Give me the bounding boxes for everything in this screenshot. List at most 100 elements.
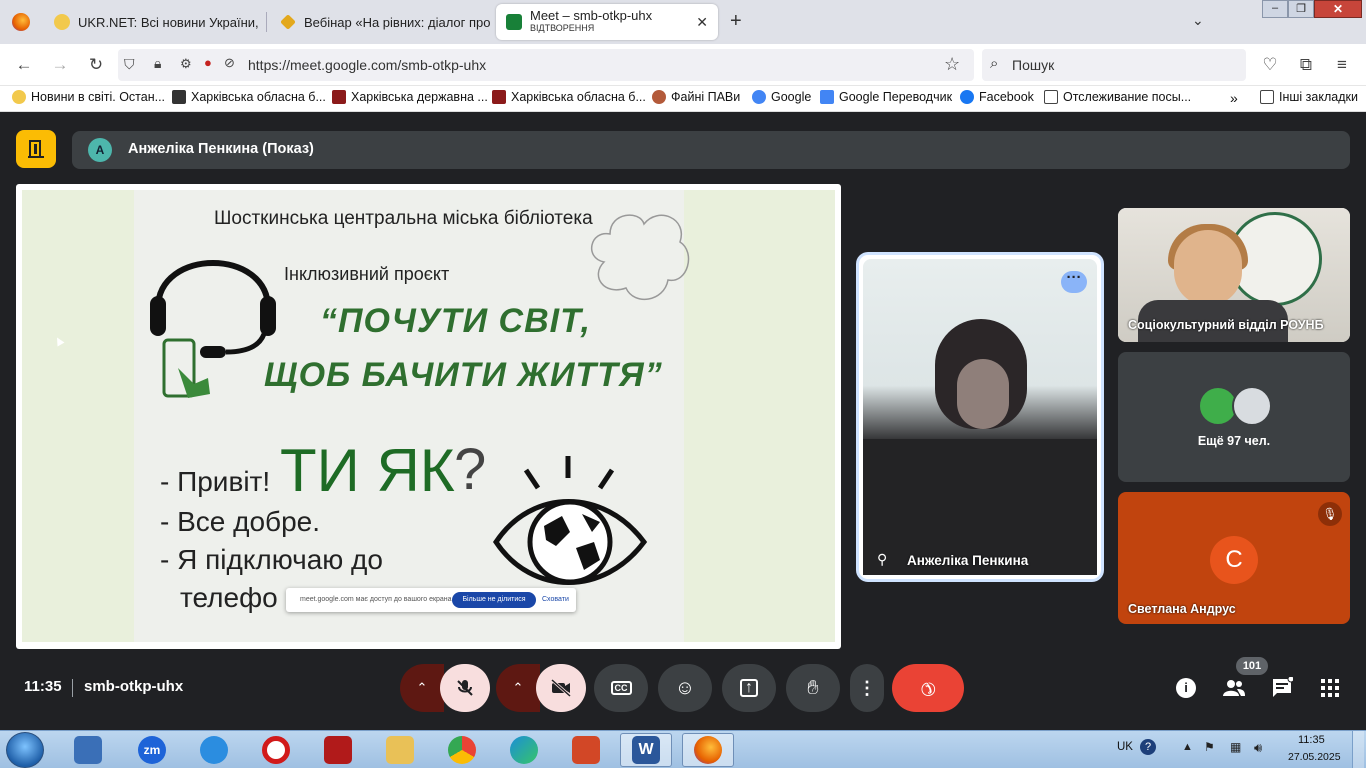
bookmark-item[interactable]: Facebook: [960, 90, 1034, 104]
leave-call-button[interactable]: ✆: [892, 664, 964, 712]
tab-webinar[interactable]: Вебінар «На рівних: діалог про ✕: [270, 4, 494, 40]
hide-notice-button[interactable]: Сховати: [542, 596, 569, 603]
flag-icon[interactable]: ⚑: [1204, 740, 1215, 754]
pocket-icon[interactable]: ♡: [1258, 53, 1282, 77]
reactions-button[interactable]: ☺: [658, 664, 712, 712]
taskbar-ie[interactable]: [188, 733, 240, 767]
stop-sharing-button[interactable]: Більше не ділитися: [452, 592, 536, 608]
forward-arrow-icon[interactable]: →: [48, 53, 72, 77]
bookmark-item[interactable]: Новини в світі. Остан...: [12, 90, 165, 104]
taskbar-opera[interactable]: [250, 733, 302, 767]
participant-tile-bottom[interactable]: 🎙︎ С Светлана Андрус: [1118, 492, 1350, 624]
more-options-icon[interactable]: ···: [1061, 270, 1087, 293]
bookmark-item[interactable]: Харківська обласна б...: [172, 90, 326, 104]
slide-line3: - Я підключаю до: [160, 544, 383, 575]
raise-hand-button[interactable]: ✋︎: [786, 664, 840, 712]
bookmark-item[interactable]: Google: [752, 90, 811, 104]
maximize-icon[interactable]: ❐: [1288, 0, 1314, 18]
bookmark-item[interactable]: Отслеживание посы...: [1044, 90, 1191, 104]
extensions-icon[interactable]: ⧉: [1294, 53, 1318, 77]
close-tab-icon[interactable]: ✕: [491, 14, 494, 31]
taskbar-word[interactable]: W: [620, 733, 672, 767]
participants-count-badge: 101: [1236, 657, 1268, 675]
firefox-icon: [694, 736, 722, 764]
taskbar-firefox[interactable]: [682, 733, 734, 767]
activities-icon[interactable]: [1316, 674, 1344, 702]
taskbar-powerpoint[interactable]: [560, 733, 612, 767]
people-glyph: [1223, 680, 1245, 696]
ukrnet-icon: [12, 90, 26, 104]
camera-toggle-button[interactable]: [536, 664, 586, 712]
more-participants-tile[interactable]: Ещё 97 чел.: [1118, 352, 1350, 482]
minimize-icon[interactable]: –: [1262, 0, 1288, 18]
address-bar[interactable]: ⛉ 🔒︎ ⚙ ● ⊘ https://meet.google.com/smb-o…: [118, 49, 974, 81]
audio-options-button[interactable]: ⌃: [400, 664, 444, 712]
menu-icon[interactable]: ≡: [1330, 53, 1354, 77]
bookmark-label: Facebook: [979, 90, 1034, 104]
present-button[interactable]: ↑: [722, 664, 776, 712]
mic-off-icon: 🎙︎: [1318, 502, 1342, 526]
new-tab-icon[interactable]: +: [730, 10, 742, 33]
video-face: [1174, 230, 1242, 306]
close-tab-icon[interactable]: ✕: [259, 14, 264, 31]
microphone-icon[interactable]: ●: [204, 55, 212, 70]
show-desktop-button[interactable]: [1352, 731, 1364, 768]
firefox-icon[interactable]: [12, 13, 30, 31]
bookmark-item[interactable]: Харківська державна ...: [332, 90, 488, 104]
close-window-icon[interactable]: ✕: [1314, 0, 1362, 18]
taskbar-media-player[interactable]: [62, 733, 114, 767]
meeting-details-button[interactable]: [16, 130, 56, 168]
bookmark-star-icon[interactable]: ☆: [944, 54, 960, 75]
url-text[interactable]: https://meet.google.com/smb-otkp-uhx: [248, 57, 486, 73]
back-arrow-icon[interactable]: ←: [12, 53, 36, 77]
chat-icon[interactable]: [1268, 674, 1296, 702]
network-icon[interactable]: ▦: [1230, 740, 1241, 754]
show-hidden-icons-icon[interactable]: ▲: [1182, 741, 1193, 753]
reload-icon[interactable]: ↻: [84, 53, 108, 77]
folder-icon: [1260, 90, 1274, 104]
bookmark-item[interactable]: Файні ПАВи: [652, 90, 740, 104]
help-icon[interactable]: ?: [1140, 739, 1156, 755]
bookmark-item[interactable]: Google Переводчик: [820, 90, 952, 104]
tab-meet[interactable]: Meet – smb-otkp-uhx ВІДТВОРЕННЯ ✕: [496, 4, 718, 40]
lock-icon[interactable]: 🔒︎: [154, 55, 161, 72]
presentation-view[interactable]: Шосткинська центральна міська бібліотека…: [16, 184, 841, 649]
meeting-code: smb-otkp-uhx: [84, 678, 184, 695]
screen-share-icon[interactable]: ⊘: [224, 55, 235, 71]
participant-tile-main[interactable]: ··· ⚲ Анжеліка Пенкина: [856, 252, 1104, 582]
chat-glyph: [1273, 677, 1293, 697]
pin-icon: [280, 14, 296, 30]
taskbar-zoom[interactable]: zm: [126, 733, 178, 767]
people-icon[interactable]: [1220, 674, 1248, 702]
taskbar-explorer[interactable]: [374, 733, 426, 767]
microphone-toggle-button[interactable]: [440, 664, 490, 712]
bookmark-item[interactable]: Харківська обласна б...: [492, 90, 646, 104]
cloud-icon: [590, 214, 690, 301]
k-icon: [332, 90, 346, 104]
participant-tile-top[interactable]: Соціокультурний відділ РОУНБ: [1118, 208, 1350, 342]
taskbar-edge[interactable]: [498, 733, 550, 767]
more-options-button[interactable]: ⋮: [850, 664, 884, 712]
clock-date[interactable]: 27.05.2025: [1288, 751, 1341, 763]
taskbar-acrobat[interactable]: [312, 733, 364, 767]
pin-icon[interactable]: ⚲: [877, 551, 887, 568]
more-bookmarks-chevron-icon[interactable]: »: [1230, 90, 1238, 106]
language-indicator[interactable]: UK: [1117, 741, 1133, 753]
captions-button[interactable]: CC: [594, 664, 648, 712]
search-field[interactable]: ⌕ Пошук: [982, 49, 1246, 81]
tab-label: Вебінар «На рівних: діалог про: [304, 14, 491, 30]
taskbar-chrome[interactable]: [436, 733, 488, 767]
list-tabs-chevron-icon[interactable]: ⌄: [1192, 12, 1204, 29]
start-button[interactable]: [6, 732, 44, 768]
video-options-button[interactable]: ⌃: [496, 664, 540, 712]
close-tab-icon[interactable]: ✕: [688, 14, 708, 31]
permissions-icon[interactable]: ⚙: [180, 56, 192, 72]
clock-time[interactable]: 11:35: [1298, 734, 1325, 746]
tab-ukrnet[interactable]: UKR.NET: Всі новини України, ✕: [44, 4, 264, 40]
shield-icon[interactable]: ⛉: [124, 56, 135, 73]
other-bookmarks[interactable]: Інші закладки: [1260, 90, 1358, 104]
meeting-info-icon[interactable]: i: [1172, 674, 1200, 702]
media-player-icon: [74, 736, 102, 764]
library-icon: [492, 90, 506, 104]
volume-icon[interactable]: 🔊︎: [1254, 740, 1262, 756]
